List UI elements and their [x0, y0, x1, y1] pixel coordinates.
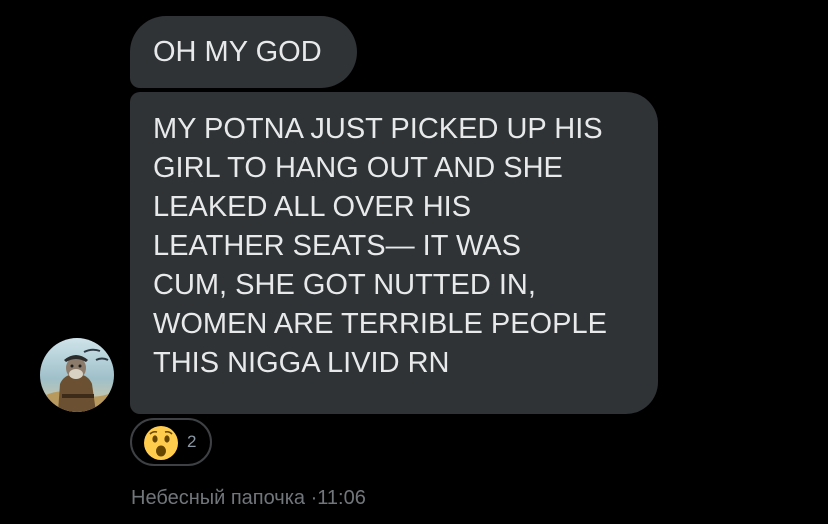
- surprised-face-icon: [144, 426, 178, 460]
- message-text: OH MY GOD: [153, 36, 322, 68]
- sender-avatar[interactable]: [40, 338, 114, 412]
- message-bubble[interactable]: MY POTNA JUST PICKED UP HIS GIRL TO HANG…: [130, 92, 658, 414]
- message-line: LEATHER SEATS— IT WAS: [153, 230, 521, 262]
- message-line: MY POTNA JUST PICKED UP HIS: [153, 113, 603, 145]
- reaction-count: 2: [187, 432, 197, 451]
- sender-name[interactable]: Небесный папочка: [131, 487, 305, 509]
- avatar-image: [40, 338, 114, 412]
- reaction-badge[interactable]: 2: [130, 418, 212, 466]
- message-bubble[interactable]: OH MY GOD: [130, 16, 357, 88]
- message-time: 11:06: [317, 487, 366, 509]
- message-meta: Небесный папочка ·11:06: [131, 485, 366, 511]
- message-line: GIRL TO HANG OUT AND SHE: [153, 152, 563, 184]
- message-line: CUM, SHE GOT NUTTED IN,: [153, 269, 536, 301]
- message-line: THIS NIGGA LIVID RN: [153, 347, 450, 379]
- message-line: LEAKED ALL OVER HIS: [153, 191, 472, 223]
- message-line: WOMEN ARE TERRIBLE PEOPLE: [153, 308, 607, 340]
